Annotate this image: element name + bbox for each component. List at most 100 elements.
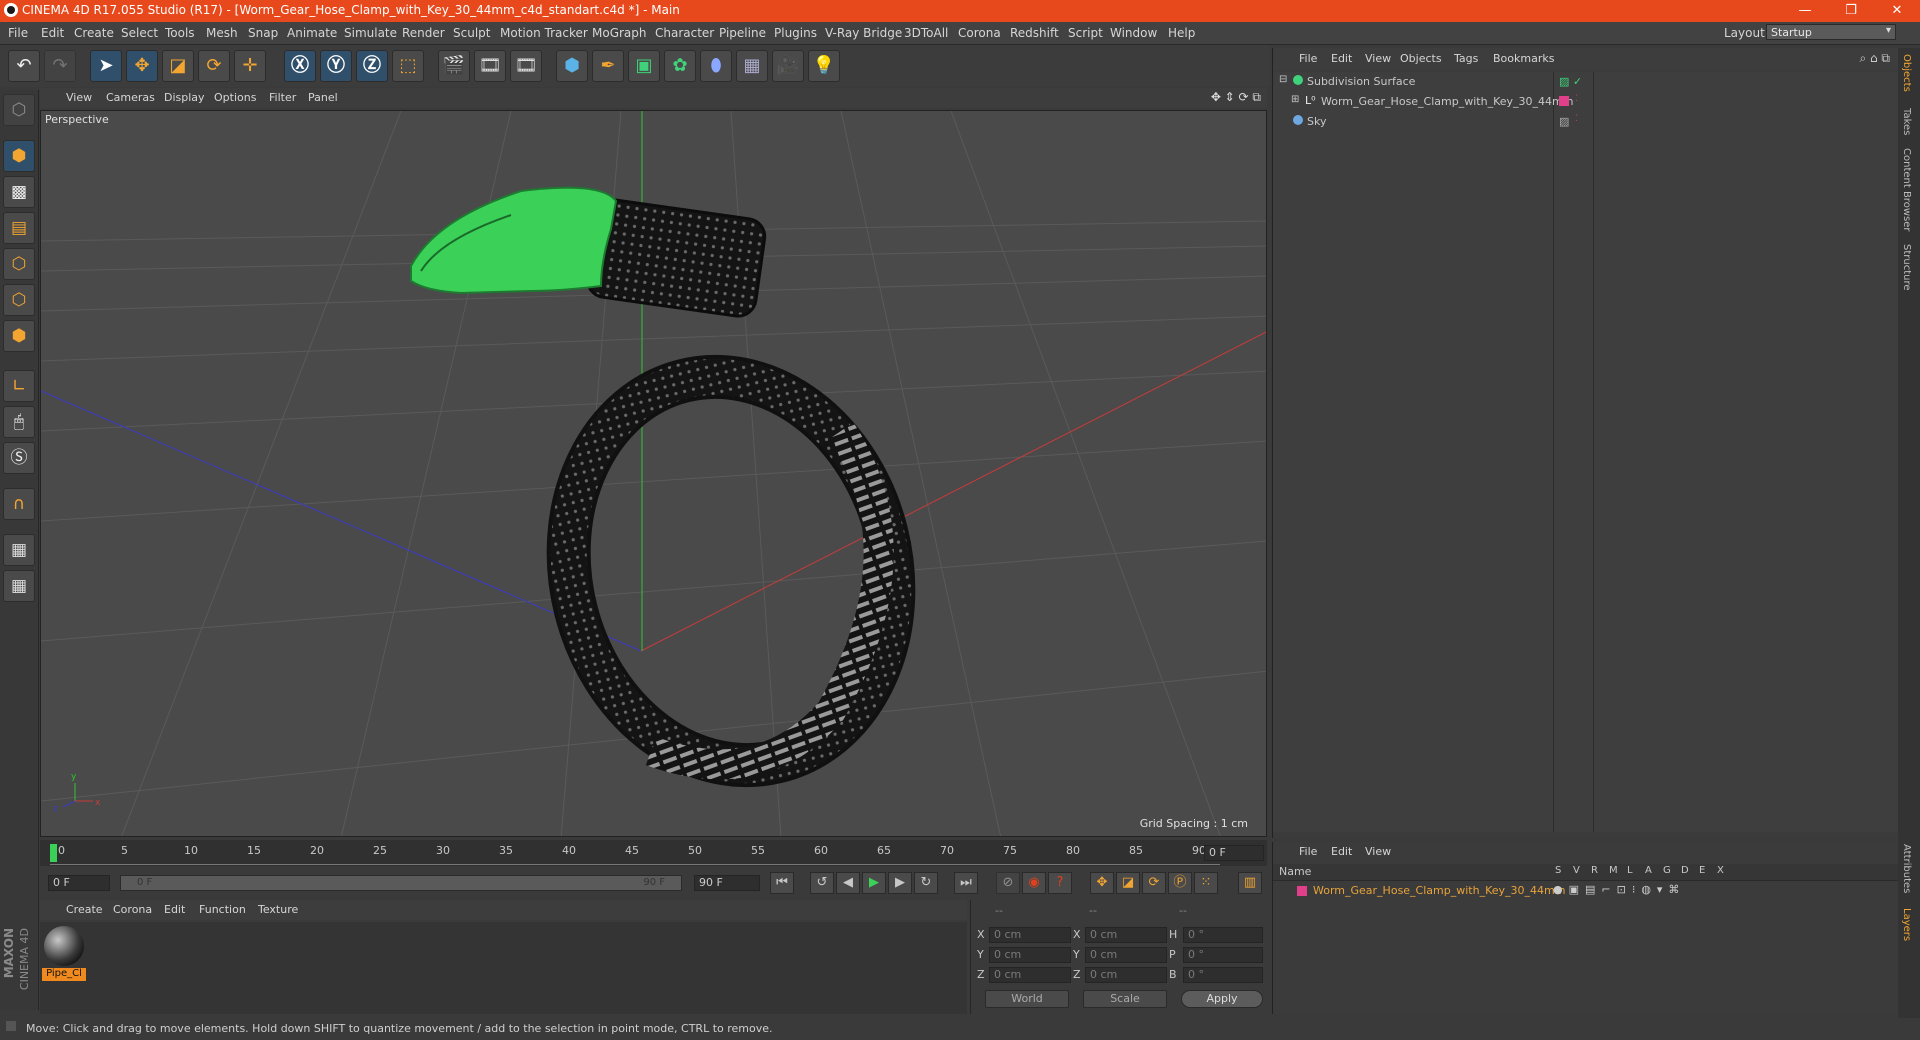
size-z-field[interactable]: 0 cm <box>1085 967 1167 983</box>
viewport-menu-options[interactable]: Options <box>214 91 256 104</box>
live-selection-button[interactable]: ➤ <box>90 50 122 82</box>
go-to-end-button[interactable]: ⏭ <box>954 872 978 894</box>
key-position-button[interactable]: ✥ <box>1090 872 1114 894</box>
menu-redshift[interactable]: Redshift <box>1010 26 1059 40</box>
viewport-menu-panel[interactable]: Panel <box>308 91 338 104</box>
coordinate-system-button[interactable]: ⬚ <box>392 50 424 82</box>
pos-y-field[interactable]: 0 cm <box>989 947 1071 963</box>
layer-menu-file[interactable]: File <box>1299 845 1317 858</box>
undo-button[interactable]: ↶ <box>8 50 40 82</box>
current-frame-field[interactable]: 0 F <box>1204 845 1264 861</box>
menu-help[interactable]: Help <box>1168 26 1195 40</box>
rot-b-field[interactable]: 0 ° <box>1183 967 1263 983</box>
obj-menu-objects[interactable]: Objects <box>1400 52 1442 65</box>
range-slider[interactable]: 0 F 90 F <box>120 875 682 891</box>
visibility-icon[interactable]: ▨ <box>1559 115 1569 128</box>
key-scale-button[interactable]: ◪ <box>1116 872 1140 894</box>
tab-layers[interactable]: Layers <box>1901 908 1912 941</box>
subdivision-surface-button[interactable]: ▣ <box>628 50 660 82</box>
workplane-mode-button[interactable]: ▤ <box>3 212 35 244</box>
visibility-dots-icon[interactable]: ⁚ <box>1575 94 1578 104</box>
menu-3dtoall[interactable]: 3DToAll <box>904 26 948 40</box>
record-keys-button[interactable]: ⊘ <box>996 872 1020 894</box>
material-menu-create[interactable]: Create <box>66 903 103 916</box>
rot-h-field[interactable]: 0 ° <box>1183 927 1263 943</box>
grid-snap-button[interactable]: ▦ <box>3 570 35 602</box>
menu-mesh[interactable]: Mesh <box>206 26 238 40</box>
viewport-perspective[interactable]: y x z Perspective Grid Spacing : 1 cm <box>40 110 1267 837</box>
end-frame-field[interactable]: 90 F <box>694 875 760 891</box>
material-item[interactable]: Pipe_Cl <box>42 926 86 982</box>
object-row-sky[interactable]: Sky ▨ ⁚ <box>1273 112 1898 132</box>
size-y-field[interactable]: 0 cm <box>1085 947 1167 963</box>
autokey-button[interactable]: ◉ <box>1022 872 1046 894</box>
layer-color-swatch[interactable] <box>1297 886 1307 896</box>
z-axis-button[interactable]: Ⓩ <box>356 50 388 82</box>
tab-takes[interactable]: Takes <box>1901 108 1912 135</box>
menu-motion-tracker[interactable]: Motion Tracker <box>500 26 588 40</box>
menu-simulate[interactable]: Simulate <box>344 26 397 40</box>
menu-script[interactable]: Script <box>1068 26 1103 40</box>
menu-character[interactable]: Character <box>655 26 714 40</box>
menu-sculpt[interactable]: Sculpt <box>453 26 490 40</box>
obj-menu-view[interactable]: View <box>1365 52 1391 65</box>
play-button[interactable]: ▶ <box>862 872 886 894</box>
menu-corona[interactable]: Corona <box>958 26 1001 40</box>
move-button[interactable]: ✥ <box>126 50 158 82</box>
obj-menu-bookmarks[interactable]: Bookmarks <box>1493 52 1554 65</box>
size-x-field[interactable]: 0 cm <box>1085 927 1167 943</box>
tweak-mode-button[interactable]: 🖱 <box>3 406 35 438</box>
menu-plugins[interactable]: Plugins <box>774 26 817 40</box>
object-row-subdivision-surface[interactable]: ⊟ Subdivision Surface ▨ ✓ <box>1273 72 1898 92</box>
viewport-menu-display[interactable]: Display <box>164 91 205 104</box>
layout-dropdown[interactable]: Startup ▾ <box>1766 24 1896 40</box>
material-menu-edit[interactable]: Edit <box>164 903 185 916</box>
y-axis-button[interactable]: Ⓨ <box>320 50 352 82</box>
timeline-window-button[interactable]: ▥ <box>1238 872 1262 894</box>
model-mode-button[interactable]: ⬢ <box>3 140 35 172</box>
scale-button[interactable]: ◪ <box>162 50 194 82</box>
next-key-button[interactable]: ↻ <box>914 872 938 894</box>
menu-vray-bridge[interactable]: V-Ray Bridge <box>825 26 902 40</box>
menu-file[interactable]: File <box>8 26 28 40</box>
floor-button[interactable]: ▦ <box>736 50 768 82</box>
magnet-button[interactable]: ∩ <box>3 488 35 520</box>
rot-p-field[interactable]: 0 ° <box>1183 947 1263 963</box>
close-button[interactable]: ✕ <box>1874 0 1920 22</box>
start-frame-field[interactable]: 0 F <box>48 875 110 891</box>
light-button[interactable]: 💡 <box>808 50 840 82</box>
next-frame-button[interactable]: ▶ <box>888 872 912 894</box>
expand-icon[interactable]: ⊞ <box>1291 94 1299 105</box>
deformer-button[interactable]: ⬮ <box>700 50 732 82</box>
menu-pipeline[interactable]: Pipeline <box>719 26 766 40</box>
material-menu-function[interactable]: Function <box>199 903 246 916</box>
redo-button[interactable]: ↷ <box>44 50 76 82</box>
key-parameter-button[interactable]: Ⓟ <box>1168 872 1192 894</box>
camera-button[interactable]: 🎥 <box>772 50 804 82</box>
coordinate-space-dropdown[interactable]: World <box>985 990 1069 1008</box>
layer-menu-edit[interactable]: Edit <box>1331 845 1352 858</box>
polygons-mode-button[interactable]: ⬢ <box>3 320 35 352</box>
collapse-icon[interactable]: ⊟ <box>1279 74 1287 85</box>
minimize-button[interactable]: — <box>1782 0 1828 22</box>
maximize-button[interactable]: ❐ <box>1828 0 1874 22</box>
menu-tools[interactable]: Tools <box>165 26 195 40</box>
key-pla-button[interactable]: ⁙ <box>1194 872 1218 894</box>
edges-mode-button[interactable]: ⬡ <box>3 284 35 316</box>
menu-window[interactable]: Window <box>1110 26 1157 40</box>
playhead[interactable] <box>50 844 57 862</box>
enabled-check-icon[interactable]: ▨ ✓ <box>1559 75 1582 88</box>
viewport-menu-filter[interactable]: Filter <box>269 91 296 104</box>
menu-render[interactable]: Render <box>402 26 445 40</box>
keyframe-help-button[interactable]: ? <box>1048 872 1072 894</box>
previous-frame-button[interactable]: ◀ <box>836 872 860 894</box>
tab-objects[interactable]: Objects <box>1901 54 1912 92</box>
obj-menu-edit[interactable]: Edit <box>1331 52 1352 65</box>
axis-mode-button[interactable]: ∟ <box>3 370 35 402</box>
x-axis-button[interactable]: Ⓧ <box>284 50 316 82</box>
obj-menu-file[interactable]: File <box>1299 52 1317 65</box>
tab-structure[interactable]: Structure <box>1901 244 1912 291</box>
viewport-nav-icons[interactable]: ✥ ⇕ ⟳ ⧉ <box>1211 90 1261 105</box>
layer-row[interactable]: Worm_Gear_Hose_Clamp_with_Key_30_44mm ●▣… <box>1273 882 1898 900</box>
viewport-menu-view[interactable]: View <box>66 91 92 104</box>
